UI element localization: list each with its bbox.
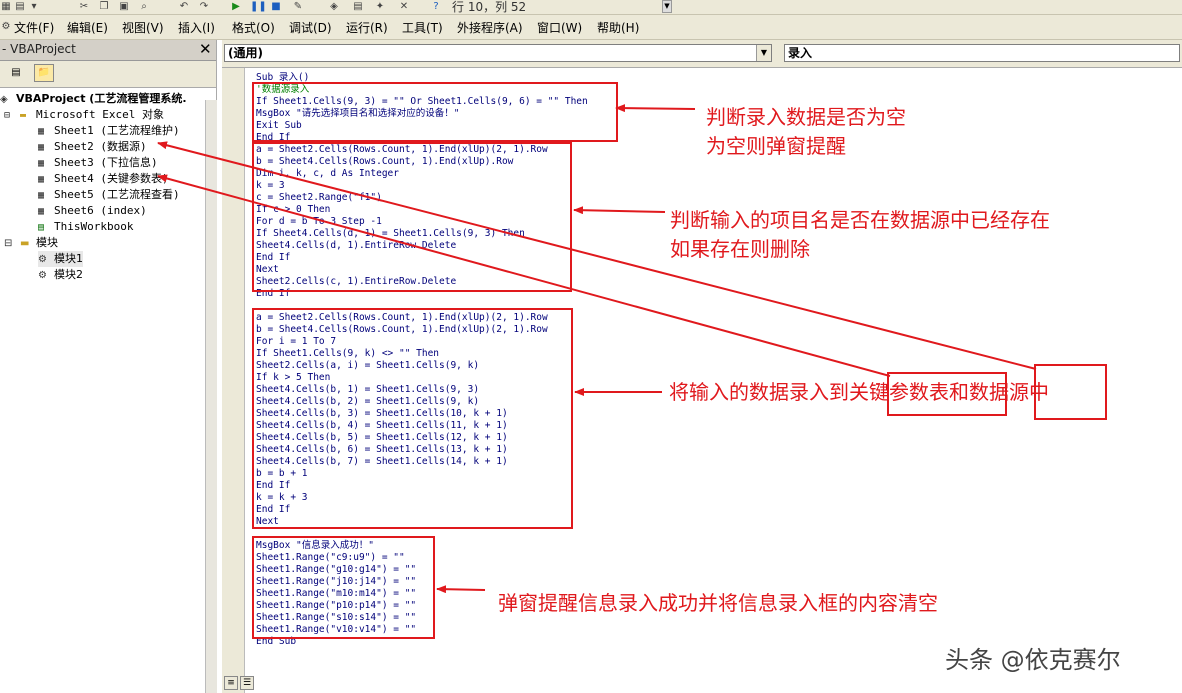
standard-toolbar: ▦ ▤ ▾ ✂ ❐ ▣ ⌕ ↶ ↷ ▶ ❚❚ ■ ✎ ◈ ▤ ✦ ✕ ? 行 1… bbox=[0, 0, 1182, 15]
object-browser-icon[interactable]: ✦ bbox=[374, 1, 386, 12]
tree-item-modules[interactable]: ⊟ ▬ 模块 bbox=[4, 235, 58, 251]
callout-data-entry: 将输入的数据录入到关键参数表和数据源中 bbox=[669, 380, 1049, 404]
annotation-box-clear-input bbox=[252, 536, 435, 639]
sheet-icon: ▦ bbox=[38, 173, 45, 185]
project-explorer-icon[interactable]: ◈ bbox=[328, 1, 340, 12]
tree-scrollbar[interactable] bbox=[205, 100, 217, 693]
project-explorer-title: - VBAProject bbox=[2, 42, 76, 56]
stop-icon[interactable]: ■ bbox=[270, 1, 282, 12]
procedure-dropdown-value: 录入 bbox=[788, 46, 813, 60]
undo-icon[interactable]: ↶ bbox=[178, 1, 190, 12]
project-explorer-toolbar: ▤ 📁 bbox=[0, 61, 216, 88]
tree-item-module2[interactable]: ⚙ 模块2 bbox=[38, 267, 83, 283]
object-dropdown-value: (通用) bbox=[228, 46, 263, 60]
toolbox-icon[interactable]: ✕ bbox=[398, 1, 410, 12]
tree-item-module1[interactable]: ⚙ 模块1 bbox=[38, 251, 83, 267]
chevron-down-icon[interactable]: ▼ bbox=[756, 45, 771, 61]
project-explorer-header: - VBAProject ✕ bbox=[0, 40, 216, 61]
watermark: 头条 @依克赛尔 bbox=[945, 646, 1121, 674]
callout-delete-existing: 判断输入的项目名是否在数据源中已经存在 如果存在则删除 bbox=[670, 206, 1050, 264]
redo-icon[interactable]: ↷ bbox=[198, 1, 210, 12]
tree-item-sheet3[interactable]: ▦ Sheet3 (下拉信息) bbox=[38, 155, 158, 171]
callout-delete-existing-line2: 如果存在则删除 bbox=[670, 237, 810, 261]
cursor-position-status: 行 10，列 52 bbox=[452, 0, 527, 14]
menu-tools[interactable]: 工具(T) bbox=[402, 19, 443, 36]
chevron-down-icon[interactable]: ▾ bbox=[28, 1, 40, 12]
design-mode-icon[interactable]: ✎ bbox=[292, 1, 304, 12]
project-explorer-panel: - VBAProject ✕ ▤ 📁 ◈ VBAProject (工艺流程管理系统… bbox=[0, 40, 217, 693]
run-icon[interactable]: ▶ bbox=[230, 1, 242, 12]
menu-help[interactable]: 帮助(H) bbox=[597, 19, 639, 36]
menu-debug[interactable]: 调试(D) bbox=[289, 19, 332, 36]
code-window-header: (通用) ▼ 录入 bbox=[222, 40, 1182, 68]
callout-empty-check-line2: 为空则弹窗提醒 bbox=[706, 134, 846, 158]
toolbar-scroll-icon[interactable]: ▼ bbox=[662, 0, 672, 13]
collapse-icon[interactable]: ⊟ bbox=[4, 110, 16, 121]
paste-icon[interactable]: ▣ bbox=[118, 1, 130, 12]
toggle-folders-icon[interactable]: 📁 bbox=[34, 64, 54, 82]
cut-icon[interactable]: ✂ bbox=[78, 1, 90, 12]
annotation-box-data-entry bbox=[252, 308, 573, 529]
menu-run[interactable]: 运行(R) bbox=[346, 19, 388, 36]
excel-icon[interactable]: ▦ bbox=[0, 1, 12, 12]
callout-clear-input: 弹窗提醒信息录入成功并将信息录入框的内容清空 bbox=[498, 591, 938, 615]
procedure-view-icon[interactable]: ≡ bbox=[224, 676, 238, 690]
module-icon: ⚙ bbox=[38, 253, 47, 265]
pause-icon[interactable]: ❚❚ bbox=[250, 1, 267, 12]
object-dropdown[interactable]: (通用) ▼ bbox=[224, 44, 772, 62]
close-icon[interactable]: ✕ bbox=[199, 40, 212, 58]
sheet-icon: ▦ bbox=[38, 205, 45, 217]
full-module-view-icon[interactable]: ☰ bbox=[240, 676, 254, 690]
menu-format[interactable]: 格式(O) bbox=[232, 19, 275, 36]
copy-icon[interactable]: ❐ bbox=[98, 1, 110, 12]
tree-item-vbaproject[interactable]: ◈ VBAProject (工艺流程管理系统. bbox=[0, 91, 187, 107]
annotation-box-empty-check bbox=[252, 82, 618, 142]
procedure-dropdown[interactable]: 录入 bbox=[784, 44, 1180, 62]
menu-bar: ⚙ 文件(F) 编辑(E) 视图(V) 插入(I) 格式(O) 调试(D) 运行… bbox=[0, 15, 1182, 40]
tree-item-excel-objects[interactable]: ⊟ ▬ Microsoft Excel 对象 bbox=[4, 107, 164, 123]
tree-item-sheet1[interactable]: ▦ Sheet1 (工艺流程维护) bbox=[38, 123, 180, 139]
annotation-box-delete-existing bbox=[252, 142, 572, 292]
callout-empty-check-line1: 判断录入数据是否为空 bbox=[706, 105, 906, 129]
tree-item-sheet5[interactable]: ▦ Sheet5 (工艺流程查看) bbox=[38, 187, 180, 203]
module-icon: ⚙ bbox=[38, 269, 47, 281]
menu-addins[interactable]: 外接程序(A) bbox=[457, 19, 523, 36]
sheet-icon: ▦ bbox=[38, 125, 45, 137]
collapse-icon[interactable]: ⊟ bbox=[4, 238, 16, 249]
module-icon: ⚙ bbox=[1, 21, 11, 32]
sheet-icon: ▦ bbox=[38, 157, 45, 169]
folder-icon: ▬ bbox=[20, 237, 30, 249]
menu-file[interactable]: 文件(F) bbox=[14, 19, 54, 36]
menu-view[interactable]: 视图(V) bbox=[122, 19, 164, 36]
insert-module-icon[interactable]: ▤ bbox=[14, 1, 26, 12]
project-icon: ◈ bbox=[0, 93, 8, 105]
callout-delete-existing-line1: 判断输入的项目名是否在数据源中已经存在 bbox=[670, 208, 1050, 232]
find-icon[interactable]: ⌕ bbox=[138, 1, 150, 12]
help-icon[interactable]: ? bbox=[430, 1, 442, 12]
code-margin-indicator-bar bbox=[222, 68, 245, 693]
tree-item-sheet2[interactable]: ▦ Sheet2 (数据源) bbox=[38, 139, 147, 155]
menu-insert[interactable]: 插入(I) bbox=[178, 19, 215, 36]
view-switch-buttons: ≡ ☰ bbox=[224, 676, 264, 690]
sheet-icon: ▦ bbox=[38, 141, 45, 153]
menu-window[interactable]: 窗口(W) bbox=[537, 19, 582, 36]
tree-item-sheet6[interactable]: ▦ Sheet6 (index) bbox=[38, 203, 147, 219]
view-code-icon[interactable]: ▤ bbox=[6, 64, 26, 82]
properties-icon[interactable]: ▤ bbox=[352, 1, 364, 12]
folder-icon: ▬ bbox=[20, 109, 27, 121]
menu-edit[interactable]: 编辑(E) bbox=[67, 19, 108, 36]
callout-empty-check: 判断录入数据是否为空 为空则弹窗提醒 bbox=[706, 103, 906, 161]
workbook-icon: ▤ bbox=[38, 221, 45, 233]
tree-item-sheet4[interactable]: ▦ Sheet4 (关键参数表) bbox=[38, 171, 169, 187]
tree-item-thisworkbook[interactable]: ▤ ThisWorkbook bbox=[38, 219, 133, 235]
sheet-icon: ▦ bbox=[38, 189, 45, 201]
